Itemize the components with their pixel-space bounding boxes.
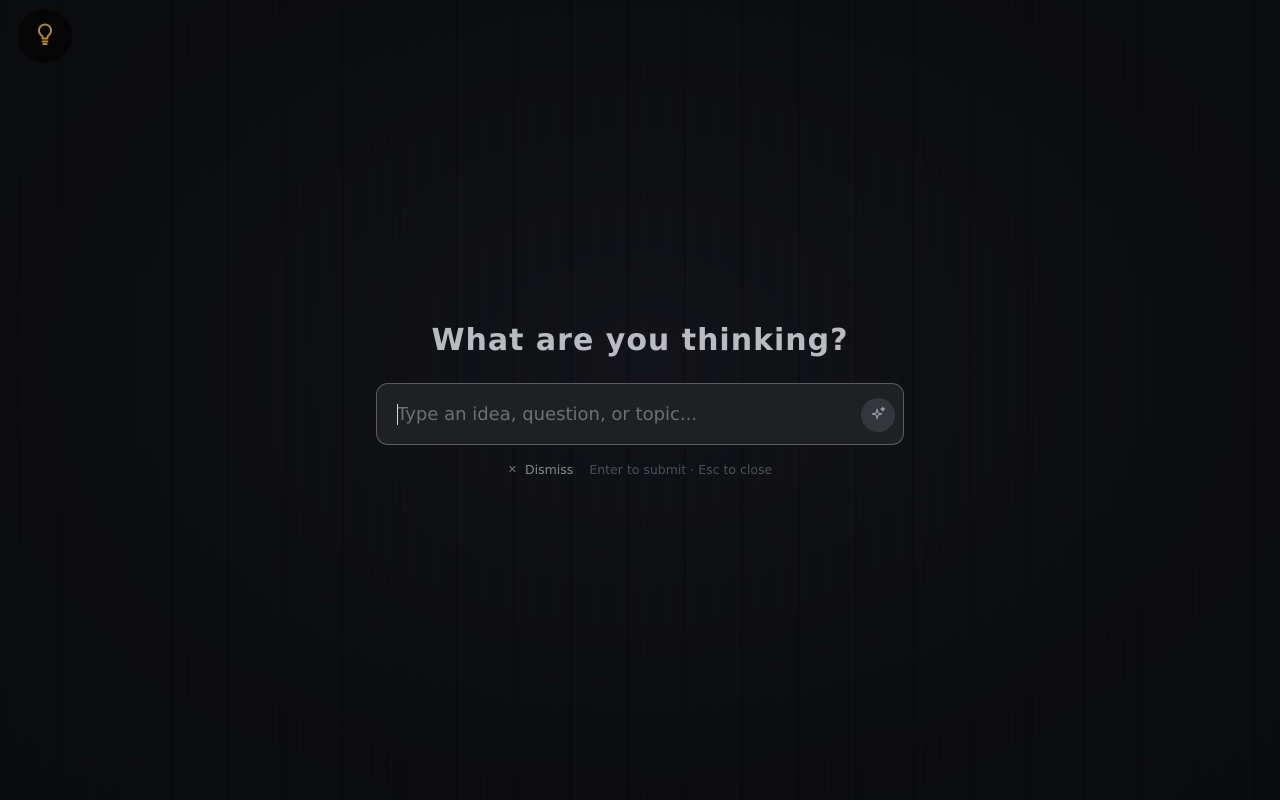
idea-button[interactable] bbox=[18, 9, 72, 63]
close-icon: ✕ bbox=[507, 462, 518, 476]
submit-button[interactable] bbox=[861, 398, 895, 432]
hint-row: ✕ Dismiss Enter to submit · Esc to close bbox=[376, 461, 904, 477]
idea-input-box bbox=[376, 383, 904, 445]
app-background: What are you thinking? ✕ Dismiss Enter t… bbox=[0, 0, 1280, 800]
idea-input[interactable] bbox=[397, 384, 852, 444]
prompt-panel: What are you thinking? ✕ Dismiss Enter t… bbox=[376, 322, 904, 477]
lightbulb-icon bbox=[35, 22, 55, 50]
prompt-title: What are you thinking? bbox=[431, 323, 849, 358]
keyboard-shortcut-hint: Enter to submit · Esc to close bbox=[589, 461, 773, 477]
text-caret bbox=[397, 404, 398, 425]
sparkles-icon bbox=[871, 406, 886, 425]
dismiss-button[interactable]: ✕ Dismiss bbox=[508, 462, 574, 477]
dismiss-label: Dismiss bbox=[525, 461, 574, 477]
